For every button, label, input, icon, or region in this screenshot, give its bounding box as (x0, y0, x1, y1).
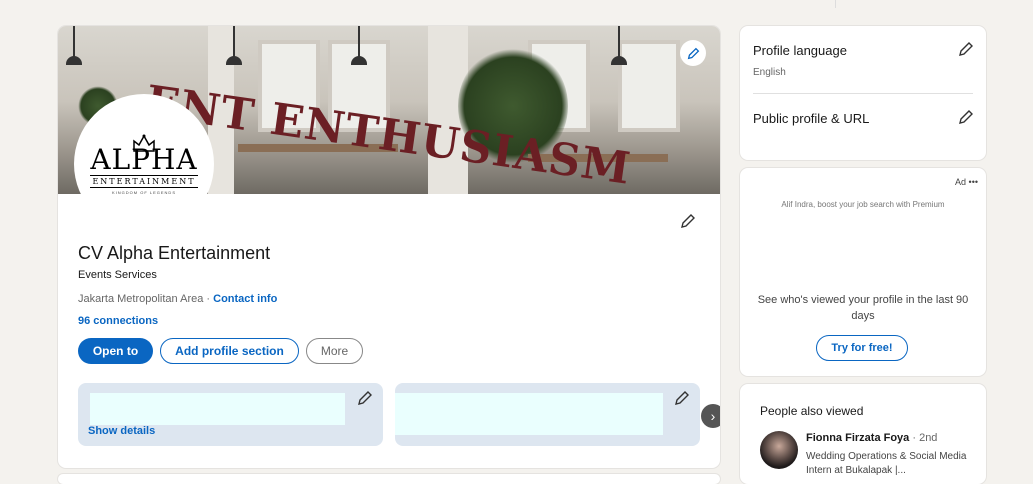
chevron-right-icon: › (710, 408, 716, 424)
pencil-icon[interactable] (357, 390, 373, 406)
profile-name: CV Alpha Entertainment (78, 243, 271, 263)
more-button[interactable]: More (306, 338, 363, 364)
ad-label: Ad (955, 177, 967, 187)
pencil-icon[interactable] (958, 41, 974, 57)
profile-language-value: English (753, 67, 786, 78)
cover-lamp (226, 26, 242, 65)
add-profile-section-button[interactable]: Add profile section (160, 338, 299, 364)
logo-tagline: KINGDOM OF LEGENDS (111, 190, 176, 195)
logo-subtitle: ENTERTAINMENT (90, 175, 198, 188)
location-text: Jakarta Metropolitan Area (78, 293, 204, 305)
ad-body-text: See who's viewed your profile in the las… (757, 294, 969, 322)
person-degree: · 2nd (909, 432, 938, 444)
pencil-icon (687, 47, 699, 59)
cover-window (618, 40, 680, 132)
providing-services-box (395, 383, 700, 446)
contact-info-link[interactable]: Contact info (213, 293, 277, 305)
pencil-icon (681, 214, 695, 228)
pencil-icon[interactable] (674, 390, 690, 406)
ad-promo-text: Alif Indra, boost your job search with P… (781, 200, 945, 209)
divider (753, 93, 973, 94)
redacted-content (90, 393, 345, 425)
show-details-link[interactable]: Show details (88, 425, 155, 437)
people-also-viewed-title: People also viewed (760, 404, 864, 418)
cover-lamp (351, 26, 367, 65)
top-divider (835, 0, 836, 8)
profile-language-title: Profile language (753, 43, 847, 58)
redacted-content (395, 393, 663, 435)
carousel-next-button[interactable]: › (701, 404, 720, 428)
logo-name: ALPHA (90, 143, 198, 176)
edit-intro-button[interactable] (676, 209, 700, 233)
premium-ad-card: Ad ••• Alif Indra, boost your job search… (740, 168, 986, 376)
pencil-icon[interactable] (958, 109, 974, 125)
ellipsis-icon[interactable]: ••• (969, 177, 978, 187)
profile-card: ENT ENTHUSIASM ALPHA ENTERTAINMENT KINGD… (58, 26, 720, 468)
location-row: Jakarta Metropolitan Area · Contact info (78, 293, 277, 305)
cover-lamp (611, 26, 627, 65)
profile-settings-card: Profile language English Public profile … (740, 26, 986, 160)
next-section-card (58, 474, 720, 484)
try-for-free-button[interactable]: Try for free! (816, 335, 908, 361)
profile-headline: Events Services (78, 269, 157, 281)
cover-lamp (66, 26, 82, 65)
people-also-viewed-card: People also viewed Fionna Firzata Foya ·… (740, 384, 986, 484)
open-to-work-box: Show details (78, 383, 383, 446)
open-to-button[interactable]: Open to (78, 338, 153, 364)
separator: · (203, 293, 214, 305)
person-name-row[interactable]: Fionna Firzata Foya · 2nd (806, 432, 937, 444)
profile-avatar[interactable]: ALPHA ENTERTAINMENT KINGDOM OF LEGENDS (78, 98, 210, 230)
ad-label-row: Ad ••• (955, 177, 978, 187)
edit-cover-button[interactable] (680, 40, 706, 66)
connections-link[interactable]: 96 connections (78, 315, 158, 327)
person-description: Wedding Operations & Social Media Intern… (806, 451, 967, 476)
person-name: Fionna Firzata Foya (806, 432, 910, 444)
person-avatar[interactable] (760, 431, 798, 469)
public-profile-url-title: Public profile & URL (753, 111, 870, 126)
